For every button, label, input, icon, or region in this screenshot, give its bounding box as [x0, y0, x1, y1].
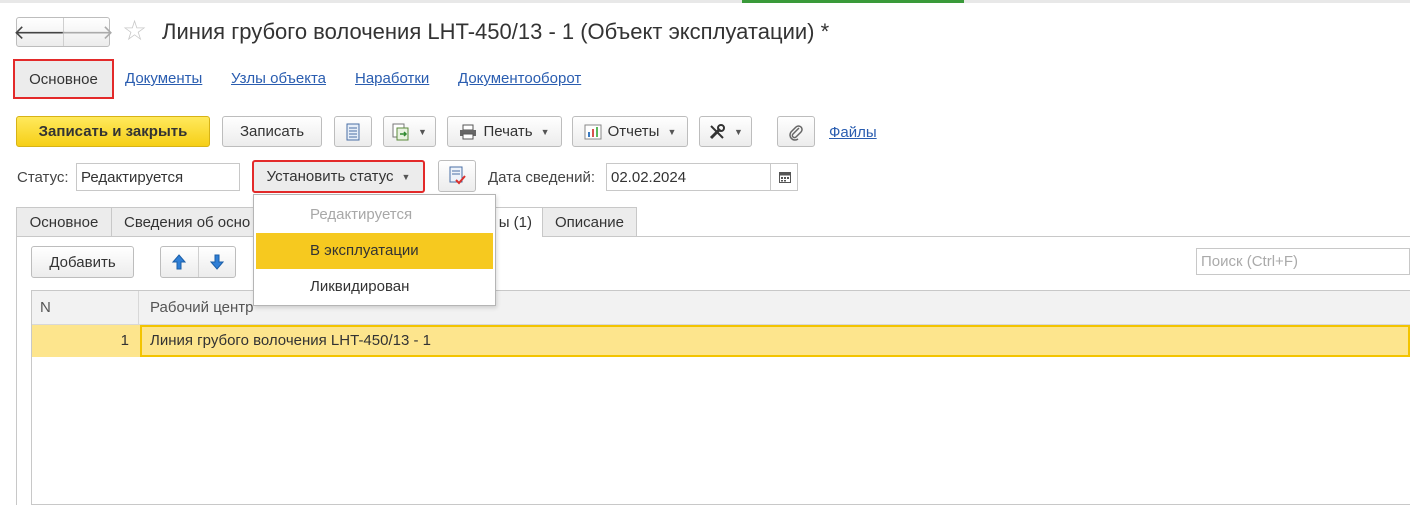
tab-description[interactable]: Описание: [542, 207, 637, 236]
chevron-down-icon: ▼: [418, 126, 427, 137]
table-header: N Рабочий центр: [32, 291, 1410, 325]
chevron-down-icon: ▼: [540, 126, 550, 137]
column-header-work-center[interactable]: Рабочий центр: [150, 291, 253, 324]
arrow-down-icon: [209, 254, 224, 270]
star-icon[interactable]: ☆: [122, 16, 147, 46]
forward-button[interactable]: 🡒: [60, 18, 114, 46]
date-value: 02.02.2024: [611, 168, 687, 186]
status-history-button[interactable]: [438, 160, 476, 192]
files-link[interactable]: Файлы: [829, 124, 877, 141]
search-input[interactable]: Поиск (Ctrl+F): [1196, 248, 1410, 275]
move-up-button[interactable]: [161, 247, 199, 277]
document-check-icon: [449, 166, 466, 185]
set-status-label: Установить статус: [266, 168, 394, 185]
report-chart-icon: [584, 124, 602, 139]
tools-icon: [709, 123, 726, 139]
window-top-strip: [0, 0, 1410, 3]
menu-item-liquidated[interactable]: Ликвидирован: [256, 269, 493, 305]
tab-main-info[interactable]: Сведения об осно: [111, 207, 261, 236]
print-label: Печать: [483, 123, 533, 140]
chevron-down-icon: ▼: [734, 126, 743, 137]
status-dropdown-menu: Редактируется В эксплуатации Ликвидирова…: [253, 194, 496, 306]
paperclip-icon: [789, 124, 803, 141]
tab-main[interactable]: Основное: [16, 207, 112, 236]
date-label: Дата сведений:: [488, 169, 595, 186]
history-nav-group: 🡐 🡒: [13, 17, 114, 47]
chevron-down-icon: ▼: [667, 126, 677, 137]
add-button[interactable]: Добавить: [31, 246, 134, 278]
chevron-down-icon: ▼: [401, 171, 411, 182]
save-button[interactable]: Записать: [222, 116, 322, 147]
date-field[interactable]: 02.02.2024: [606, 163, 798, 191]
table-row[interactable]: 1 Линия грубого волочения LHT-450/13 - 1: [32, 325, 1410, 357]
print-button[interactable]: Печать ▼: [447, 116, 562, 147]
move-group: [160, 246, 236, 278]
attach-button[interactable]: [777, 116, 815, 147]
menu-item-editing: Редактируется: [310, 206, 413, 223]
work-center-cell[interactable]: Линия грубого волочения LHT-450/13 - 1: [140, 325, 1410, 357]
calendar-icon[interactable]: [770, 164, 798, 190]
more-actions-button[interactable]: ▼: [699, 116, 752, 147]
set-status-button[interactable]: Установить статус ▼: [252, 160, 425, 193]
status-field: Редактируется: [76, 163, 240, 191]
section-link-workflow[interactable]: Документооборот: [458, 70, 581, 87]
section-link-object-nodes[interactable]: Узлы объекта: [231, 70, 326, 87]
document-list-icon: [346, 123, 360, 140]
create-based-on-icon: [392, 123, 409, 140]
page-title: Линия грубого волочения LHT-450/13 - 1 (…: [162, 19, 830, 44]
column-header-n[interactable]: N: [32, 291, 139, 324]
arrow-left-icon: 🡐: [13, 21, 67, 44]
printer-icon: [460, 124, 477, 139]
create-based-on-button[interactable]: ▼: [383, 116, 436, 147]
status-label: Статус:: [17, 169, 69, 186]
section-main[interactable]: Основное: [13, 59, 114, 99]
arrow-up-icon: [172, 254, 187, 270]
section-link-runtime[interactable]: Наработки: [355, 70, 429, 87]
reports-button[interactable]: Отчеты ▼: [572, 116, 688, 147]
save-and-close-button[interactable]: Записать и закрыть: [16, 116, 210, 147]
back-button[interactable]: 🡐: [13, 18, 67, 46]
arrow-right-icon: 🡒: [60, 21, 114, 44]
row-number: 1: [120, 332, 129, 349]
reports-label: Отчеты: [607, 123, 660, 140]
section-link-documents[interactable]: Документы: [125, 70, 202, 87]
active-window-indicator: [742, 0, 964, 3]
menu-item-in-operation[interactable]: В эксплуатации: [256, 233, 493, 269]
document-list-button[interactable]: [334, 116, 372, 147]
move-down-button[interactable]: [199, 247, 236, 277]
